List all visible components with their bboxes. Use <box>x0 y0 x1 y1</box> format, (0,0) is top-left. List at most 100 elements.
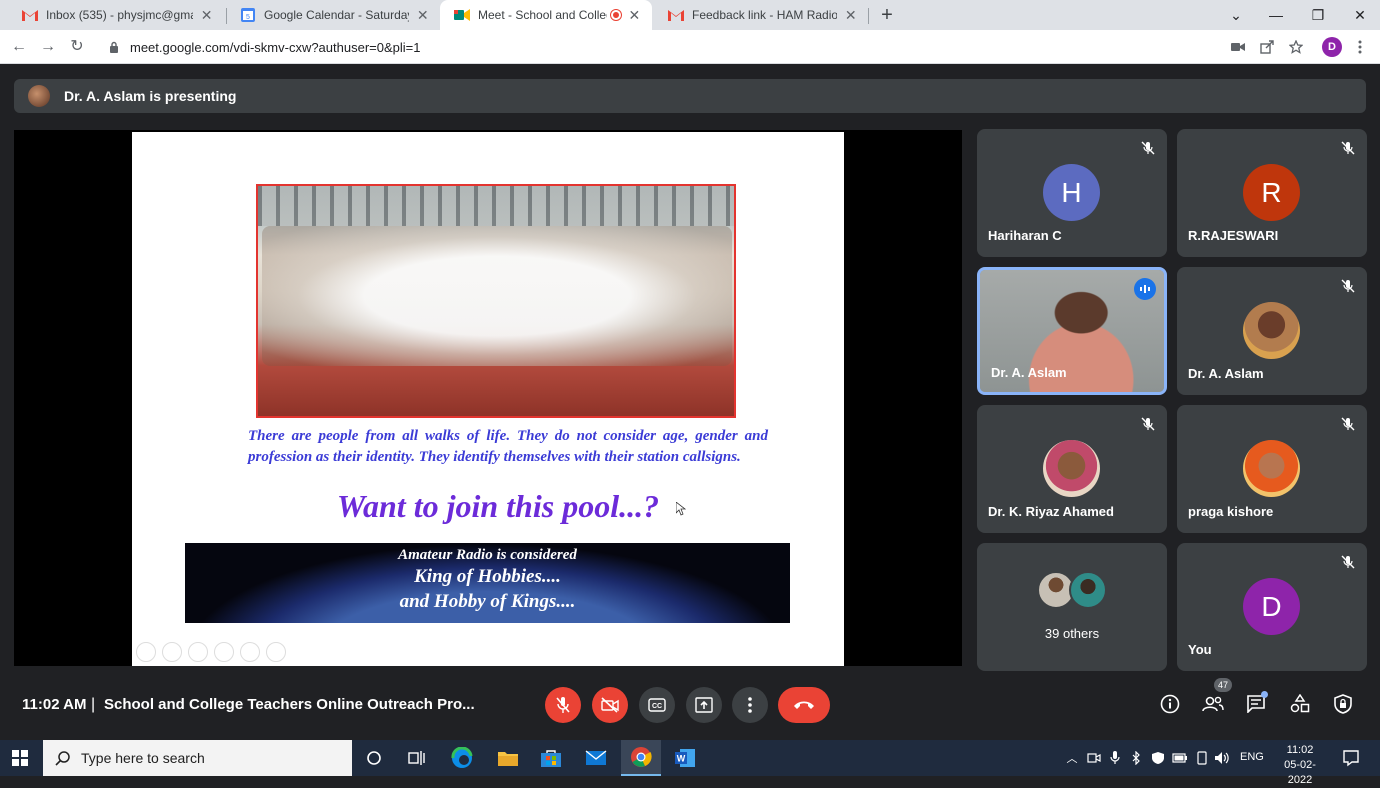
forward-button[interactable]: → <box>37 36 59 58</box>
browser-toolbar: ← → ↻ meet.google.com/vdi-skmv-cxw?authu… <box>0 30 1380 64</box>
reload-button[interactable]: ↻ <box>66 36 88 58</box>
participant-tile[interactable]: Dr. K. Riyaz Ahamed <box>977 405 1167 533</box>
file-explorer-icon[interactable] <box>496 746 520 770</box>
taskbar-search-box[interactable]: Type here to search <box>43 740 352 776</box>
bookmark-star-icon[interactable] <box>1287 38 1305 56</box>
more-options-button[interactable] <box>732 687 768 723</box>
clock-date: 05-02-2022 <box>1284 759 1316 786</box>
close-tab-icon[interactable]: ✕ <box>415 7 430 24</box>
word-icon[interactable]: W <box>673 746 697 770</box>
battery-icon[interactable] <box>1172 750 1188 766</box>
tab-gmail[interactable]: Inbox (535) - physjmc@gmail.co ✕ <box>8 0 224 30</box>
browser-tab-bar: Inbox (535) - physjmc@gmail.co ✕ 5 Googl… <box>0 0 1380 30</box>
grid-icon[interactable] <box>214 642 234 662</box>
present-now-button[interactable] <box>686 687 722 723</box>
meeting-controls-bar: 11:02 AM | School and College Teachers O… <box>0 678 1380 738</box>
tab-title: Inbox (535) - physjmc@gmail.co <box>46 8 193 22</box>
input-language[interactable]: ENG <box>1240 751 1264 763</box>
next-slide-icon[interactable] <box>162 642 182 662</box>
close-tab-icon[interactable]: ✕ <box>199 7 214 24</box>
host-controls-button[interactable] <box>1331 692 1355 716</box>
minimize-button[interactable]: — <box>1256 0 1296 30</box>
svg-text:CC: CC <box>652 703 662 710</box>
participant-count-badge: 47 <box>1214 678 1232 692</box>
chrome-icon[interactable] <box>621 740 661 776</box>
mic-off-icon <box>556 697 570 713</box>
self-tile[interactable]: D You <box>1177 543 1367 671</box>
address-bar[interactable]: meet.google.com/vdi-skmv-cxw?authuser=0&… <box>100 33 1310 61</box>
mouse-cursor-icon <box>676 502 686 516</box>
avatar <box>1243 302 1300 359</box>
edge-browser-icon[interactable] <box>450 746 474 770</box>
security-shield-icon[interactable] <box>1150 750 1166 766</box>
slide-banner: Amateur Radio is considered King of Hobb… <box>185 543 790 623</box>
tab-divider <box>868 8 869 24</box>
participant-name: R.RAJESWARI <box>1188 228 1279 243</box>
participant-name: Dr. A. Aslam <box>1188 366 1264 381</box>
back-button[interactable]: ← <box>8 36 30 58</box>
avatar <box>1069 571 1107 609</box>
camera-toggle-button[interactable] <box>592 687 628 723</box>
prev-slide-icon[interactable] <box>136 642 156 662</box>
others-tile[interactable]: 39 others <box>977 543 1167 671</box>
share-icon[interactable] <box>1258 38 1276 56</box>
menu-kebab-icon[interactable] <box>1351 38 1369 56</box>
volume-icon[interactable] <box>1214 750 1230 766</box>
participant-name: Dr. A. Aslam <box>991 365 1067 380</box>
people-button[interactable] <box>1201 692 1225 716</box>
participant-tile[interactable]: Dr. A. Aslam <box>1177 267 1367 395</box>
camera-in-use-icon[interactable] <box>1229 38 1247 56</box>
mail-icon[interactable] <box>584 746 608 770</box>
leave-call-button[interactable] <box>778 687 830 723</box>
microphone-toggle-button[interactable] <box>545 687 581 723</box>
more-icon[interactable] <box>266 642 286 662</box>
hang-up-icon <box>794 701 814 709</box>
microphone-tray-icon[interactable] <box>1107 750 1123 766</box>
tab-title: Feedback link - HAM Radio - sdh <box>692 8 838 22</box>
activities-icon <box>1290 694 1310 713</box>
avatar: H <box>1043 164 1100 221</box>
divider: | <box>91 696 96 713</box>
tab-calendar[interactable]: 5 Google Calendar - Saturday, Febr ✕ <box>226 0 440 30</box>
tab-feedback[interactable]: Feedback link - HAM Radio - sdh ✕ <box>654 0 868 30</box>
banner-line-1: Amateur Radio is considered <box>398 547 577 563</box>
presentation-stage[interactable]: There are people from all walks of life.… <box>14 130 962 666</box>
speaking-indicator-icon <box>1134 278 1156 300</box>
presenting-bar: Dr. A. Aslam is presenting <box>14 79 1366 113</box>
camera-off-icon <box>601 697 619 713</box>
participant-tile[interactable]: R R.RAJESWARI <box>1177 129 1367 257</box>
maximize-button[interactable]: ❐ <box>1298 0 1338 30</box>
participant-tile-active-speaker[interactable]: Dr. A. Aslam <box>977 267 1167 395</box>
avatar: D <box>1243 578 1300 635</box>
svg-text:W: W <box>677 754 686 764</box>
pen-icon[interactable] <box>188 642 208 662</box>
notifications-icon[interactable] <box>1342 749 1360 767</box>
tab-meet[interactable]: Meet - School and College T ✕ <box>440 0 652 30</box>
chat-notification-dot <box>1261 691 1268 698</box>
captions-button[interactable]: CC <box>639 687 675 723</box>
network-icon[interactable] <box>1194 750 1210 766</box>
zoom-icon[interactable] <box>240 642 260 662</box>
close-tab-icon[interactable]: ✕ <box>843 7 858 24</box>
new-tab-button[interactable]: + <box>876 4 898 26</box>
participant-tile[interactable]: H Hariharan C <box>977 129 1167 257</box>
cortana-icon[interactable] <box>362 746 386 770</box>
presenting-label: Dr. A. Aslam is presenting <box>64 88 237 104</box>
microsoft-store-icon[interactable] <box>539 746 563 770</box>
task-view-icon[interactable] <box>405 746 429 770</box>
system-clock[interactable]: 11:02 05-02-2022 <box>1272 743 1328 788</box>
meet-now-icon[interactable] <box>1086 750 1102 766</box>
activities-button[interactable] <box>1288 692 1312 716</box>
tab-search-icon[interactable]: ⌄ <box>1216 0 1256 30</box>
others-avatars <box>1037 571 1107 611</box>
profile-avatar[interactable]: D <box>1322 37 1342 57</box>
close-window-button[interactable]: ✕ <box>1340 0 1380 30</box>
meeting-details-button[interactable] <box>1158 692 1182 716</box>
presenter-avatar <box>28 85 50 107</box>
close-tab-icon[interactable]: ✕ <box>627 7 642 24</box>
windows-start-icon[interactable] <box>12 750 28 766</box>
lock-icon <box>110 41 118 53</box>
bluetooth-icon[interactable] <box>1128 750 1144 766</box>
participant-tile[interactable]: praga kishore <box>1177 405 1367 533</box>
show-hidden-icons-chevron-icon[interactable]: ︿ <box>1064 750 1080 766</box>
